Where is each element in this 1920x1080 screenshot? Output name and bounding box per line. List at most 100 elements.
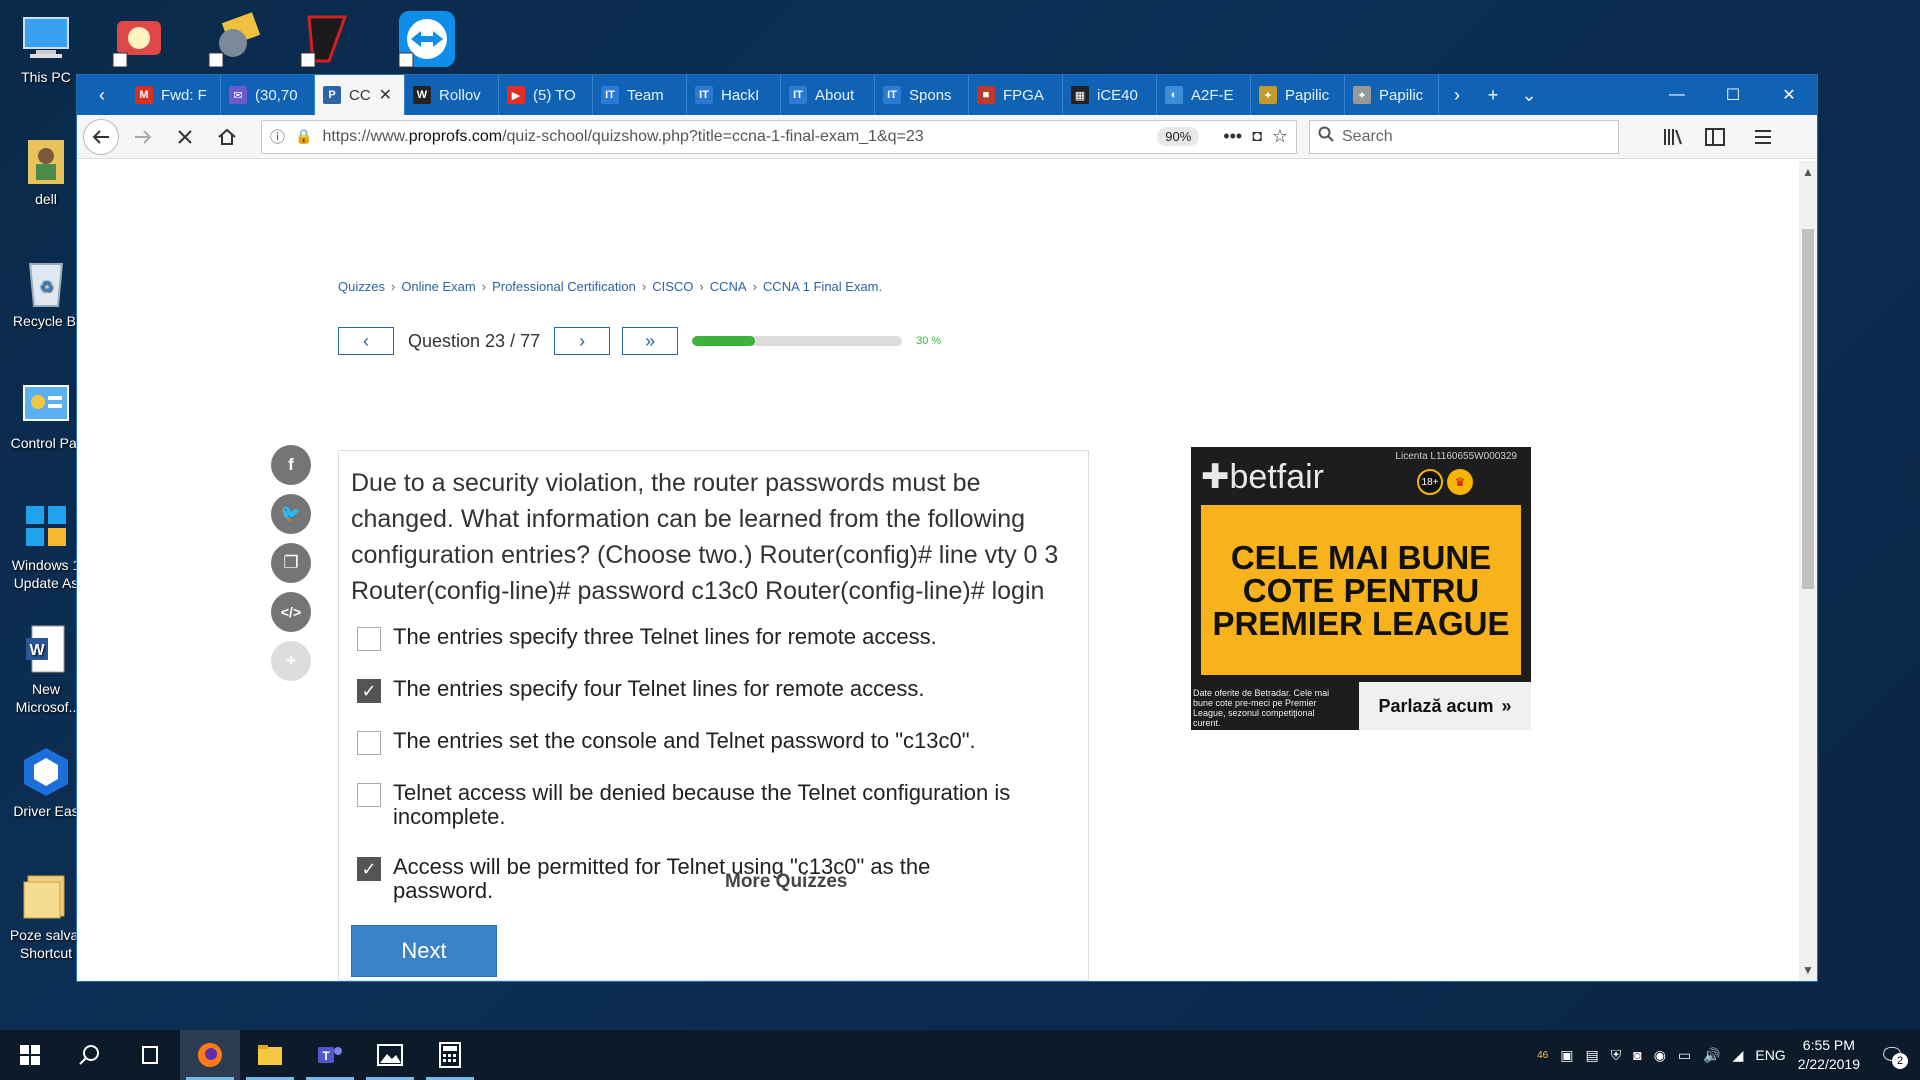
facebook-share-icon[interactable]: f: [271, 445, 311, 485]
browser-tab[interactable]: ▶ (5) TO: [499, 75, 593, 115]
battery-icon[interactable]: ▭: [1678, 1047, 1691, 1064]
browser-tab[interactable]: ◐ A2F-E: [1157, 75, 1251, 115]
network-adapter-icon[interactable]: ▤: [1585, 1047, 1598, 1064]
breadcrumb-link[interactable]: CCNA: [710, 279, 747, 294]
bookmark-star-icon[interactable]: ☆: [1272, 126, 1288, 147]
checkbox-checked[interactable]: ✓: [357, 857, 381, 881]
lock-icon[interactable]: 🔒: [295, 128, 312, 145]
close-window-button[interactable]: ✕: [1761, 75, 1817, 115]
answer-option-label: Access will be permitted for Telnet usin…: [393, 854, 931, 903]
embed-code-icon[interactable]: </>: [271, 592, 311, 632]
language-indicator[interactable]: ENG: [1755, 1047, 1785, 1063]
last-question-button[interactable]: »: [622, 327, 679, 355]
teamviewer-desktop-icon[interactable]: [396, 8, 458, 70]
pocket-icon[interactable]: ◘: [1252, 128, 1262, 146]
answer-option[interactable]: Telnet access will be denied because the…: [357, 777, 1076, 829]
taskbar-calculator[interactable]: [420, 1030, 480, 1080]
photos-icon: [377, 1044, 403, 1066]
breadcrumb-link[interactable]: Quizzes: [338, 279, 385, 294]
browser-tab[interactable]: ✦ Papilic: [1251, 75, 1345, 115]
taskbar-teams[interactable]: T: [300, 1030, 360, 1080]
browser-tab[interactable]: IT HackI: [687, 75, 781, 115]
tab-label: Spons: [909, 86, 952, 104]
app-tray-icon[interactable]: ◙: [1633, 1047, 1641, 1063]
browser-tab[interactable]: W Rollov: [405, 75, 499, 115]
action-center-button[interactable]: 🗨 2: [1872, 1035, 1912, 1075]
scroll-thumb[interactable]: [1802, 229, 1814, 589]
answer-option[interactable]: ✓ The entries specify four Telnet lines f…: [357, 673, 1076, 703]
temperature-indicator[interactable]: 46: [1537, 1050, 1548, 1061]
teams-tray-icon[interactable]: ▣: [1560, 1047, 1573, 1064]
scroll-down-arrow[interactable]: ▼: [1799, 963, 1817, 977]
breadcrumb-link[interactable]: CISCO: [652, 279, 693, 294]
library-button[interactable]: [1655, 119, 1691, 155]
betfair-advertisement[interactable]: ✚betfair Licenta L1160655W000329 18+ ♛ C…: [1191, 447, 1531, 730]
vertical-scrollbar[interactable]: ▲ ▼: [1799, 161, 1817, 981]
tab-close-icon[interactable]: ✕: [379, 85, 392, 105]
page-actions-menu-icon[interactable]: •••: [1223, 126, 1242, 147]
tab-scroll-right-button[interactable]: ›: [1439, 75, 1475, 115]
breadcrumb-link[interactable]: Professional Certification: [492, 279, 636, 294]
copy-icon[interactable]: ❐: [271, 543, 311, 583]
browser-tab[interactable]: ▦ iCE40: [1063, 75, 1157, 115]
task-view-button[interactable]: [120, 1030, 180, 1080]
answer-option[interactable]: The entries specify three Telnet lines f…: [357, 621, 1076, 651]
checkbox-unchecked[interactable]: [357, 783, 381, 807]
breadcrumb-link[interactable]: CCNA 1 Final Exam.: [763, 279, 882, 294]
checkbox-unchecked[interactable]: [357, 627, 381, 651]
checkbox-unchecked[interactable]: [357, 731, 381, 755]
list-all-tabs-button[interactable]: ⌄: [1511, 75, 1547, 115]
maximize-button[interactable]: ☐: [1705, 75, 1761, 115]
browser-tab[interactable]: ✉ (30,70: [221, 75, 315, 115]
taskbar-photos[interactable]: [360, 1030, 420, 1080]
clock[interactable]: 6:55 PM 2/22/2019: [1798, 1036, 1860, 1074]
forward-button[interactable]: [125, 119, 161, 155]
search-input[interactable]: Search: [1309, 119, 1619, 154]
previous-question-button[interactable]: ‹: [338, 327, 394, 355]
volume-icon[interactable]: 🔊: [1703, 1047, 1720, 1064]
desktop-shortcut-3[interactable]: [296, 8, 358, 70]
home-button[interactable]: [209, 119, 245, 155]
crest-icon: ♛: [1447, 469, 1473, 495]
info-icon[interactable]: ⓘ: [270, 126, 285, 147]
answer-option[interactable]: The entries set the console and Telnet p…: [357, 725, 1076, 755]
teams-icon: T: [318, 1047, 342, 1063]
search-button[interactable]: [60, 1030, 120, 1080]
browser-tab[interactable]: IT About: [781, 75, 875, 115]
twitter-share-icon[interactable]: 🐦: [271, 494, 311, 534]
next-question-button[interactable]: ›: [554, 327, 611, 355]
taskbar-file-explorer[interactable]: [240, 1030, 300, 1080]
desktop-shortcut-1[interactable]: [108, 8, 170, 70]
computer-icon: [20, 12, 72, 64]
add-more-icon[interactable]: +: [271, 641, 311, 681]
browser-tab[interactable]: ✦ Papilic: [1345, 75, 1439, 115]
checkbox-checked[interactable]: ✓: [357, 679, 381, 703]
browser-tab[interactable]: P CC ✕: [315, 75, 405, 115]
browser-tray-icon[interactable]: ◉: [1654, 1047, 1666, 1064]
browser-tab[interactable]: ■ FPGA: [969, 75, 1063, 115]
ad-cta-label: Parlază acum: [1378, 695, 1494, 716]
new-tab-button[interactable]: +: [1475, 75, 1511, 115]
browser-tab[interactable]: IT Team: [593, 75, 687, 115]
minimize-button[interactable]: —: [1649, 75, 1705, 115]
url-bar[interactable]: ⓘ 🔒 https://www.proprofs.com/quiz-school…: [261, 119, 1297, 154]
breadcrumb-link[interactable]: Online Exam: [401, 279, 475, 294]
security-shield-icon[interactable]: ⛨: [1611, 1047, 1622, 1064]
scroll-up-arrow[interactable]: ▲: [1799, 165, 1817, 179]
back-button[interactable]: [83, 118, 119, 155]
desktop-shortcut-2[interactable]: [204, 8, 266, 70]
wifi-icon[interactable]: ◢: [1733, 1047, 1744, 1064]
tab-scroll-left-button[interactable]: ‹: [77, 75, 127, 115]
taskbar-firefox[interactable]: [180, 1030, 240, 1080]
sidebar-toggle-button[interactable]: [1697, 119, 1733, 155]
tab-label: iCE40: [1097, 86, 1138, 104]
zoom-level-badge[interactable]: 90%: [1157, 127, 1200, 146]
start-button[interactable]: [0, 1030, 60, 1080]
next-button[interactable]: Next: [351, 925, 497, 977]
ad-cta-button[interactable]: Parlază acum »: [1359, 682, 1531, 730]
browser-tab[interactable]: IT Spons: [875, 75, 969, 115]
answer-option[interactable]: ✓ Access will be permitted for Telnet usi…: [357, 851, 1076, 903]
browser-tab[interactable]: M Fwd: F: [127, 75, 221, 115]
stop-loading-button[interactable]: [167, 119, 203, 155]
hamburger-menu-button[interactable]: [1745, 119, 1781, 155]
